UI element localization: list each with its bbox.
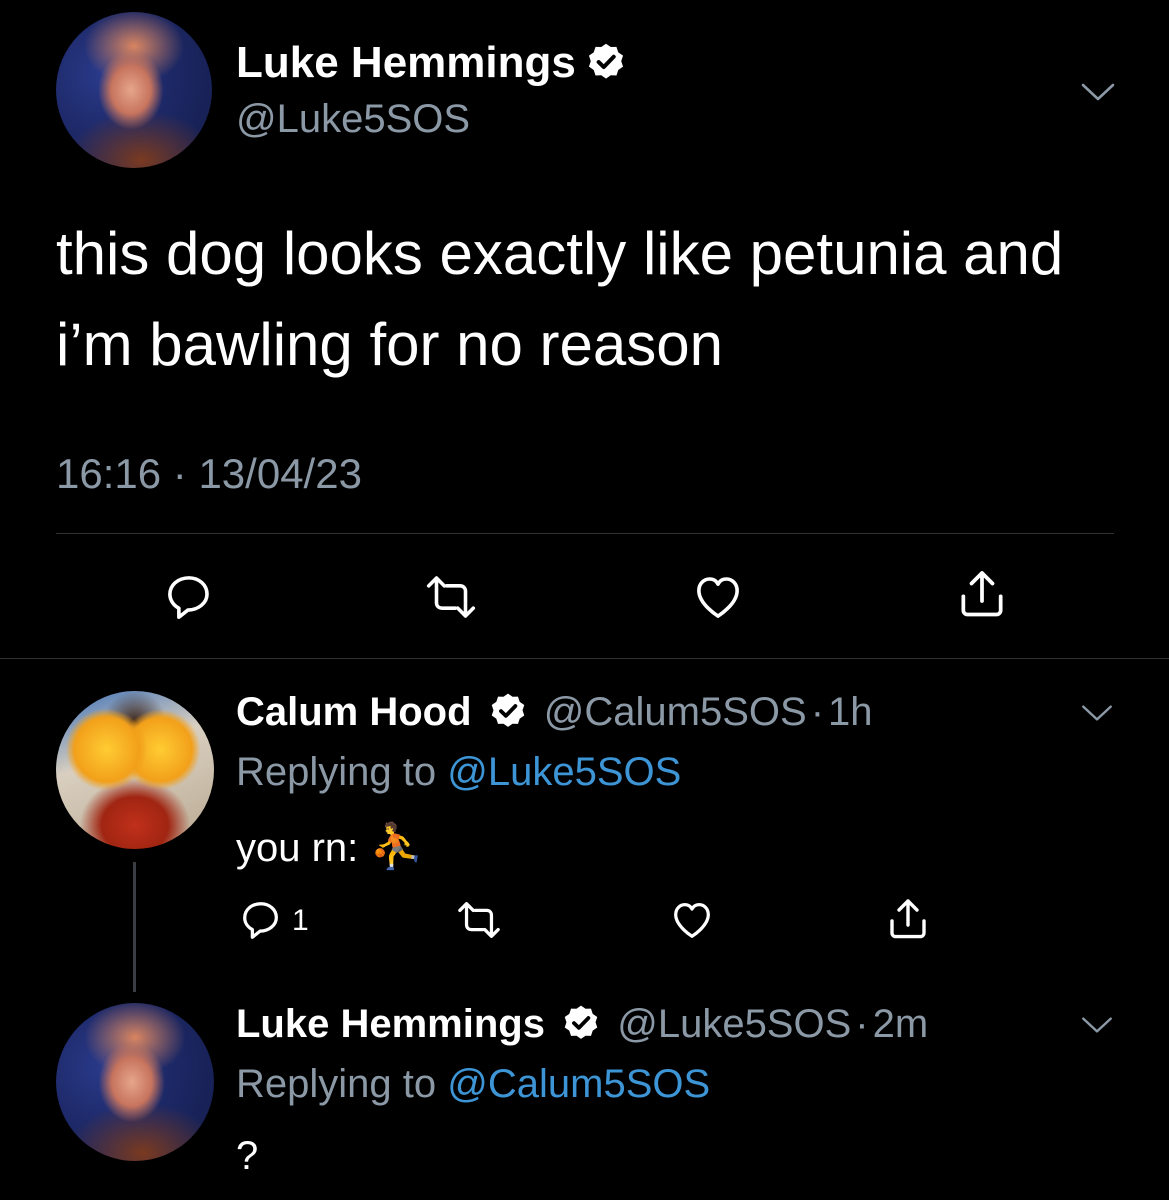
- like-icon[interactable]: [668, 897, 716, 943]
- author-handle[interactable]: @Luke5SOS: [236, 97, 470, 142]
- replying-to: Replying to @Luke5SOS: [236, 750, 681, 795]
- replying-to-link[interactable]: @Calum5SOS: [447, 1062, 710, 1106]
- author-name[interactable]: Calum Hood: [236, 690, 472, 734]
- retweet-icon[interactable]: [422, 570, 480, 624]
- reply-text: you rn: ⛹: [236, 820, 424, 872]
- tweet-text-line-1: this dog looks exactly like petunia and: [56, 220, 1064, 287]
- retweet-icon[interactable]: [454, 897, 504, 943]
- chevron-down-icon[interactable]: [1080, 702, 1114, 724]
- reply-body: you rn:: [236, 826, 359, 870]
- avatar[interactable]: [56, 691, 214, 849]
- replying-to: Replying to @Calum5SOS: [236, 1062, 710, 1107]
- separator: ·: [810, 689, 825, 734]
- chevron-down-icon[interactable]: [1080, 80, 1116, 104]
- thread-line: [133, 862, 136, 992]
- author-name[interactable]: Luke Hemmings: [236, 38, 576, 87]
- reply-count: 1: [292, 904, 309, 937]
- avatar[interactable]: [56, 12, 212, 168]
- divider: [56, 533, 1114, 534]
- replying-label: Replying to: [236, 1062, 437, 1106]
- chevron-down-icon[interactable]: [1080, 1014, 1114, 1036]
- avatar[interactable]: [56, 1003, 214, 1161]
- author-handle[interactable]: @Luke5SOS: [617, 1002, 851, 1046]
- like-icon[interactable]: [690, 570, 746, 624]
- verified-badge-icon: [491, 694, 524, 728]
- reply-header: Luke Hemmings @Luke5SOS · 2m: [236, 1000, 928, 1050]
- tweet-date: 13/04/23: [198, 450, 362, 497]
- tweet-timestamp: 16:16 · 13/04/23: [56, 450, 362, 498]
- replying-label: Replying to: [236, 750, 437, 794]
- reply-age: 2m: [872, 1001, 929, 1046]
- replying-to-link[interactable]: @Luke5SOS: [447, 750, 681, 794]
- tweet-time: 16:16: [56, 450, 162, 497]
- author-handle[interactable]: @Calum5SOS: [544, 690, 807, 734]
- tweet-text-line-2: i’m bawling for no reason: [56, 311, 724, 378]
- divider: [0, 658, 1169, 659]
- separator: ·: [855, 1001, 869, 1046]
- reply-header: Calum Hood @Calum5SOS · 1h: [236, 688, 873, 738]
- author-name[interactable]: Luke Hemmings: [236, 1002, 545, 1046]
- reply-icon[interactable]: [162, 570, 216, 624]
- basketball-player-emoji: ⛹: [369, 822, 425, 871]
- share-icon[interactable]: [954, 566, 1010, 622]
- reply-body: ?: [236, 1134, 259, 1178]
- reply-age: 1h: [828, 689, 873, 734]
- share-icon[interactable]: [884, 895, 932, 943]
- verified-badge-icon: [564, 1006, 598, 1040]
- verified-badge-icon: [589, 43, 624, 79]
- timestamp-separator: ·: [172, 450, 187, 497]
- tweet-author[interactable]: Luke Hemmings: [236, 38, 628, 88]
- reply-icon[interactable]: [238, 897, 284, 943]
